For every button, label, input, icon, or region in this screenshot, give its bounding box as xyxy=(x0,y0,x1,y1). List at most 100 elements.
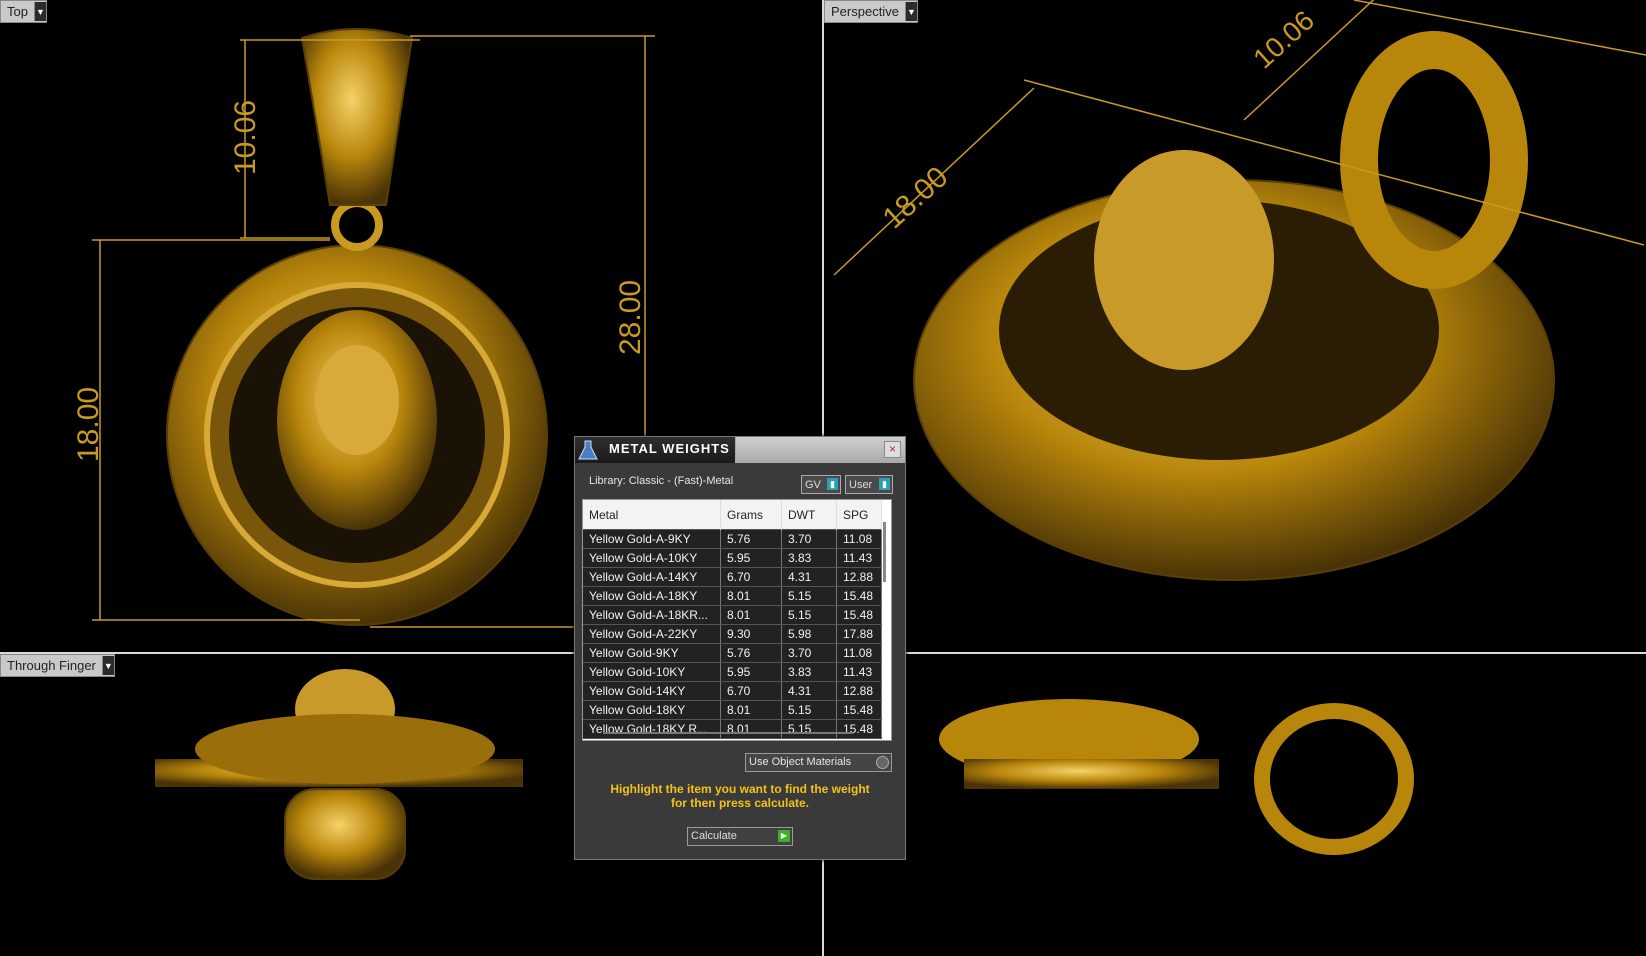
grams-cell: 5.95 xyxy=(720,548,782,568)
metal-cell: Yellow Gold-10KY xyxy=(583,662,721,682)
dialog-title-tab: METAL WEIGHTS xyxy=(575,437,736,463)
viewport-perspective[interactable]: 18.00 10.06 Perspective ▼ xyxy=(824,0,1646,652)
spg-cell: 15.48 xyxy=(836,719,882,739)
radio-icon xyxy=(876,756,889,769)
spg-cell: 15.48 xyxy=(836,586,882,606)
use-object-materials-label: Use Object Materials xyxy=(749,756,852,768)
calculate-button[interactable]: Calculate ▶ xyxy=(687,827,793,846)
pendant-side-render xyxy=(939,699,1414,855)
column-header-grams[interactable]: Grams xyxy=(720,500,782,530)
metal-cell: Yellow Gold-18KY xyxy=(583,700,721,720)
table-row[interactable]: Yellow Gold-14KY 6.70 4.31 12.88 xyxy=(583,681,882,701)
dim-persp-bail: 10.06 xyxy=(1247,5,1320,75)
chevron-down-icon[interactable]: ▼ xyxy=(101,656,114,675)
table-row[interactable]: Yellow Gold-A-18KY 8.01 5.15 15.48 xyxy=(583,586,882,606)
dwt-cell: 4.31 xyxy=(781,567,837,587)
dwt-cell: 3.70 xyxy=(781,643,837,663)
metal-cell: Yellow Gold-A-10KY xyxy=(583,548,721,568)
table-row[interactable]: Yellow Gold-10KY 5.95 3.83 11.43 xyxy=(583,662,882,682)
table-row[interactable]: Yellow Gold-A-22KY 9.30 5.98 17.88 xyxy=(583,624,882,644)
column-header-spg[interactable]: SPG xyxy=(836,500,882,530)
spg-cell: 17.88 xyxy=(836,624,882,644)
table-row[interactable]: Yellow Gold-18KY 8.01 5.15 15.48 xyxy=(583,700,882,720)
metal-cell: Yellow Gold-9KY xyxy=(583,643,721,663)
spg-cell: 11.43 xyxy=(836,548,882,568)
metal-cell: Yellow Gold-A-9KY xyxy=(583,529,721,549)
dwt-cell: 3.83 xyxy=(781,548,837,568)
table-row[interactable]: Yellow Gold-18KY R... 8.01 5.15 15.48 xyxy=(583,719,882,739)
library-label: Library: Classic - (Fast)-Metal xyxy=(589,475,734,487)
viewport-label-perspective[interactable]: Perspective ▼ xyxy=(824,0,918,23)
grams-cell: 8.01 xyxy=(720,586,782,606)
instruction-line-1: Highlight the item you want to find the … xyxy=(610,782,870,796)
instruction-text: Highlight the item you want to find the … xyxy=(585,782,895,810)
table-row[interactable]: Yellow Gold-A-18KR... 8.01 5.15 15.48 xyxy=(583,605,882,625)
dwt-cell: 3.70 xyxy=(781,529,837,549)
grams-cell: 8.01 xyxy=(720,605,782,625)
dialog-title: METAL WEIGHTS xyxy=(609,441,730,456)
calculate-label: Calculate xyxy=(691,830,737,842)
table-row[interactable]: Yellow Gold-A-14KY 6.70 4.31 12.88 xyxy=(583,567,882,587)
toggle-icon: ▮ xyxy=(827,478,838,490)
column-header-metal[interactable]: Metal xyxy=(583,500,721,530)
flask-icon xyxy=(578,440,598,460)
table-row[interactable]: Yellow Gold-9KY 5.76 3.70 11.08 xyxy=(583,643,882,663)
user-toggle[interactable]: User ▮ xyxy=(845,475,893,494)
chevron-down-icon[interactable]: ▼ xyxy=(33,2,46,21)
viewport-label-through-finger[interactable]: Through Finger ▼ xyxy=(0,654,115,677)
use-object-materials-toggle[interactable]: Use Object Materials xyxy=(745,753,892,772)
grams-cell: 8.01 xyxy=(720,700,782,720)
toggle-icon: ▮ xyxy=(879,478,890,490)
viewport-label-top[interactable]: Top ▼ xyxy=(0,0,47,23)
spg-cell: 15.48 xyxy=(836,700,882,720)
chevron-down-icon[interactable]: ▼ xyxy=(904,2,917,21)
dwt-cell: 5.15 xyxy=(781,605,837,625)
vertical-scrollbar[interactable] xyxy=(883,522,886,582)
close-button[interactable]: × xyxy=(884,441,901,458)
viewport-label-text: Through Finger xyxy=(7,658,96,673)
spg-cell: 11.08 xyxy=(836,529,882,549)
dwt-cell: 4.31 xyxy=(781,681,837,701)
dim-persp-width: 18.00 xyxy=(877,160,955,235)
spg-cell: 12.88 xyxy=(836,567,882,587)
dwt-cell: 5.15 xyxy=(781,719,837,739)
dwt-cell: 5.15 xyxy=(781,586,837,606)
grams-cell: 6.70 xyxy=(720,567,782,587)
instruction-line-2: for then press calculate. xyxy=(670,796,810,810)
column-header-dwt[interactable]: DWT xyxy=(781,500,837,530)
dwt-cell: 5.98 xyxy=(781,624,837,644)
metal-cell: Yellow Gold-A-18KR... xyxy=(583,605,721,625)
grams-cell: 5.76 xyxy=(720,529,782,549)
metal-cell: Yellow Gold-A-22KY xyxy=(583,624,721,644)
table-row[interactable]: Yellow Gold-A-10KY 5.95 3.83 11.43 xyxy=(583,548,882,568)
metal-cell: Yellow Gold-A-14KY xyxy=(583,567,721,587)
spg-cell: 11.08 xyxy=(836,643,882,663)
metal-cell: Yellow Gold-14KY xyxy=(583,681,721,701)
dwt-cell: 3.83 xyxy=(781,662,837,682)
gv-toggle[interactable]: GV ▮ xyxy=(801,475,841,494)
dialog-titlebar[interactable]: METAL WEIGHTS × xyxy=(575,437,905,463)
viewport-label-text: Perspective xyxy=(831,4,899,19)
table-row[interactable]: Yellow Gold-A-9KY 5.76 3.70 11.08 xyxy=(583,529,882,549)
spg-cell: 11.43 xyxy=(836,662,882,682)
spg-cell: 15.48 xyxy=(836,605,882,625)
grams-cell: 5.76 xyxy=(720,643,782,663)
metal-table[interactable]: Metal Grams DWT SPG Yellow Gold-A-9KY 5.7… xyxy=(582,499,892,741)
dwt-cell: 5.15 xyxy=(781,700,837,720)
metal-cell: Yellow Gold-A-18KY xyxy=(583,586,721,606)
grams-cell: 5.95 xyxy=(720,662,782,682)
metal-weights-dialog: METAL WEIGHTS × Library: Classic - (Fast… xyxy=(574,436,906,860)
pendant-perspective-render: 18.00 10.06 xyxy=(833,0,1646,581)
play-icon: ▶ xyxy=(778,830,790,842)
grams-cell: 9.30 xyxy=(720,624,782,644)
dim-top-bail: 10.06 xyxy=(229,100,262,175)
viewport-label-text: Top xyxy=(7,4,28,19)
dim-top-width: 18.00 xyxy=(72,387,105,462)
user-label: User xyxy=(849,478,873,491)
horizontal-scrollbar[interactable] xyxy=(603,732,853,734)
dim-top-height: 28.00 xyxy=(614,280,647,355)
viewport-side[interactable] xyxy=(824,654,1646,956)
spg-cell: 12.88 xyxy=(836,681,882,701)
grams-cell: 8.01 xyxy=(720,719,782,739)
grams-cell: 6.70 xyxy=(720,681,782,701)
